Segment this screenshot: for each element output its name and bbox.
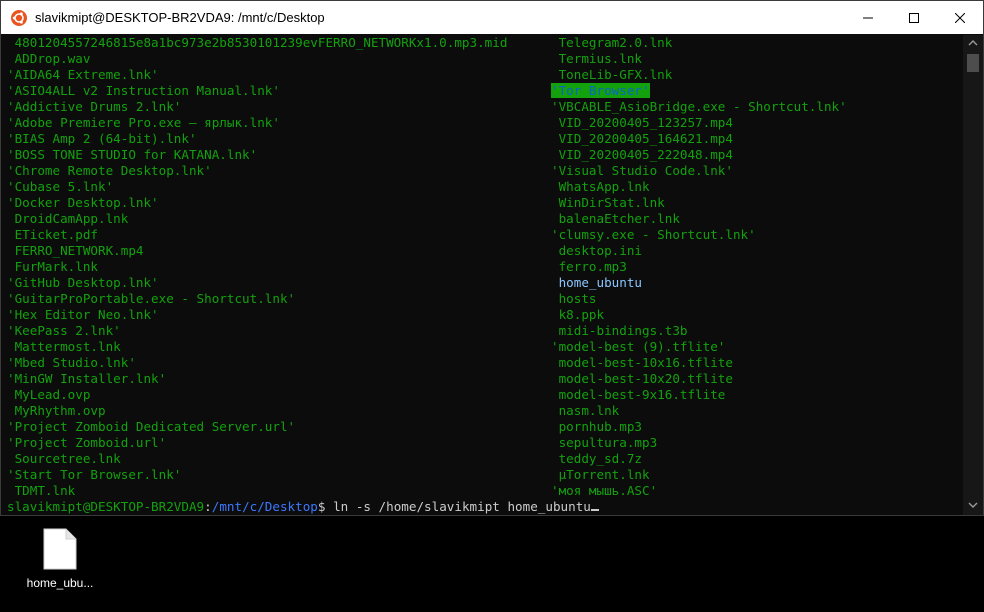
text-cursor: [590, 509, 599, 511]
title-bar[interactable]: slavikmipt@DESKTOP-BR2VDA9: /mnt/c/Deskt…: [1, 1, 983, 34]
file-entry: 'BOSS TONE STUDIO for KATANA.lnk': [7, 147, 258, 162]
file-entry: nasm.lnk: [551, 403, 620, 418]
file-entry: 'GuitarProPortable.exe - Shortcut.lnk': [7, 291, 296, 306]
file-entry: 'model-best (9).tflite': [551, 339, 726, 354]
file-entry: FERRO_NETWORK.mp4: [7, 243, 144, 258]
scroll-down-icon[interactable]: [968, 501, 978, 509]
prompt-separator: :: [204, 499, 212, 514]
file-entry: VID_20200405_164621.mp4: [551, 131, 733, 146]
file-entry: MyRhythm.ovp: [7, 403, 106, 418]
file-entry: 'GitHub Desktop.lnk': [7, 275, 159, 290]
file-entry: Telegram2.0.lnk: [551, 35, 673, 50]
file-entry: model-best-9x16.tflite: [551, 387, 726, 402]
file-entry: model-best-10x16.tflite: [551, 355, 733, 370]
file-entry: WhatsApp.lnk: [551, 179, 650, 194]
file-entry: 'Tor Browser': [551, 83, 847, 99]
file-entry: TDMT.lnk: [7, 483, 76, 498]
close-icon: [955, 12, 965, 23]
file-entry: 'Project Zomboid.url': [7, 435, 167, 450]
file-entry: hosts: [551, 291, 597, 306]
file-entry: FurMark.lnk: [7, 259, 98, 274]
window-title: slavikmipt@DESKTOP-BR2VDA9: /mnt/c/Deskt…: [35, 10, 325, 25]
vertical-scrollbar[interactable]: [963, 35, 983, 515]
file-entry: 'Start Tor Browser.lnk': [7, 467, 182, 482]
file-entry: 'ASIO4ALL v2 Instruction Manual.lnk': [7, 83, 280, 98]
desktop-file-home-ubuntu[interactable]: home_ubu...: [22, 524, 98, 594]
file-entry: 'Addictive Drums 2.lnk': [7, 99, 182, 114]
file-entry: 'KeePass 2.lnk': [7, 323, 121, 338]
file-entry: 'Adobe Premiere Pro.exe — ярлык.lnk': [7, 115, 280, 130]
file-entry: teddy_sd.7z: [551, 451, 642, 466]
file-entry: sepultura.mp3: [551, 435, 658, 450]
file-entry: model-best-10x20.tflite: [551, 371, 733, 386]
file-entry: Mattermost.lnk: [7, 339, 121, 354]
minimize-icon: [863, 17, 873, 18]
file-entry: midi-bindings.t3b: [551, 323, 688, 338]
file-entry: Sourcetree.lnk: [7, 451, 121, 466]
file-entry: balenaEtcher.lnk: [551, 211, 680, 226]
file-entry: desktop.ini: [551, 243, 642, 258]
file-entry: VID_20200405_222048.mp4: [551, 147, 733, 162]
minimize-button[interactable]: [845, 1, 891, 34]
terminal-output[interactable]: 4801204557246815e8a1bc973e2b8530101239ev…: [7, 35, 959, 515]
file-list-right: Telegram2.0.lnk Termius.lnk ToneLib-GFX.…: [551, 35, 847, 499]
file-entry: µTorrent.lnk: [551, 467, 650, 482]
command-text[interactable]: ln -s /home/slavikmipt home_ubuntu: [325, 499, 591, 514]
file-entry: ADDrop.wav: [7, 51, 91, 66]
close-button[interactable]: [937, 1, 983, 34]
file-entry: VID_20200405_123257.mp4: [551, 115, 733, 130]
file-entry: pornhub.mp3: [551, 419, 642, 434]
scroll-thumb[interactable]: [967, 54, 979, 72]
command-prompt[interactable]: slavikmipt@DESKTOP-BR2VDA9:/mnt/c/Deskto…: [7, 499, 599, 515]
file-entry: Termius.lnk: [551, 51, 642, 66]
file-entry: 'VBCABLE_AsioBridge.exe - Shortcut.lnk': [551, 99, 847, 114]
file-entry: ETicket.pdf: [7, 227, 98, 242]
file-entry: WinDirStat.lnk: [551, 195, 665, 210]
highlighted-directory: 'Tor Browser': [551, 83, 650, 98]
ubuntu-icon: [11, 10, 27, 26]
file-entry: k8.ppk: [551, 307, 605, 322]
file-entry: 4801204557246815e8a1bc973e2b8530101239ev…: [7, 35, 508, 50]
file-entry: MyLead.ovp: [7, 387, 91, 402]
file-entry: home_ubuntu: [551, 275, 642, 290]
file-entry: 'MinGW Installer.lnk': [7, 371, 167, 386]
file-entry: 'BIAS Amp 2 (64-bit).lnk': [7, 131, 197, 146]
file-entry: 'Docker Desktop.lnk': [7, 195, 159, 210]
maximize-icon: [909, 12, 919, 23]
terminal-window: slavikmipt@DESKTOP-BR2VDA9: /mnt/c/Deskt…: [0, 0, 984, 516]
maximize-button[interactable]: [891, 1, 937, 34]
file-entry: 'AIDA64 Extreme.lnk': [7, 67, 159, 82]
file-entry: DroidCamApp.lnk: [7, 211, 129, 226]
file-entry: 'Cubase 5.lnk': [7, 179, 114, 194]
file-entry: 'моя мышь.ASC': [551, 483, 658, 498]
file-entry: 'Chrome Remote Desktop.lnk': [7, 163, 212, 178]
file-icon: [43, 528, 77, 570]
file-entry: 'Visual Studio Code.lnk': [551, 163, 733, 178]
prompt-user-host: slavikmipt@DESKTOP-BR2VDA9: [7, 499, 205, 514]
desktop-icon-label: home_ubu...: [26, 576, 94, 590]
file-entry: ToneLib-GFX.lnk: [551, 67, 673, 82]
scroll-up-icon[interactable]: [968, 39, 978, 47]
file-entry: 'Project Zomboid Dedicated Server.url': [7, 419, 296, 434]
file-entry: 'Mbed Studio.lnk': [7, 355, 136, 370]
file-list-left: 4801204557246815e8a1bc973e2b8530101239ev…: [7, 35, 507, 499]
prompt-path: /mnt/c/Desktop: [211, 499, 318, 514]
file-entry: 'Hex Editor Neo.lnk': [7, 307, 159, 322]
file-entry: 'clumsy.exe - Shortcut.lnk': [551, 227, 756, 242]
file-entry: ferro.mp3: [551, 259, 627, 274]
